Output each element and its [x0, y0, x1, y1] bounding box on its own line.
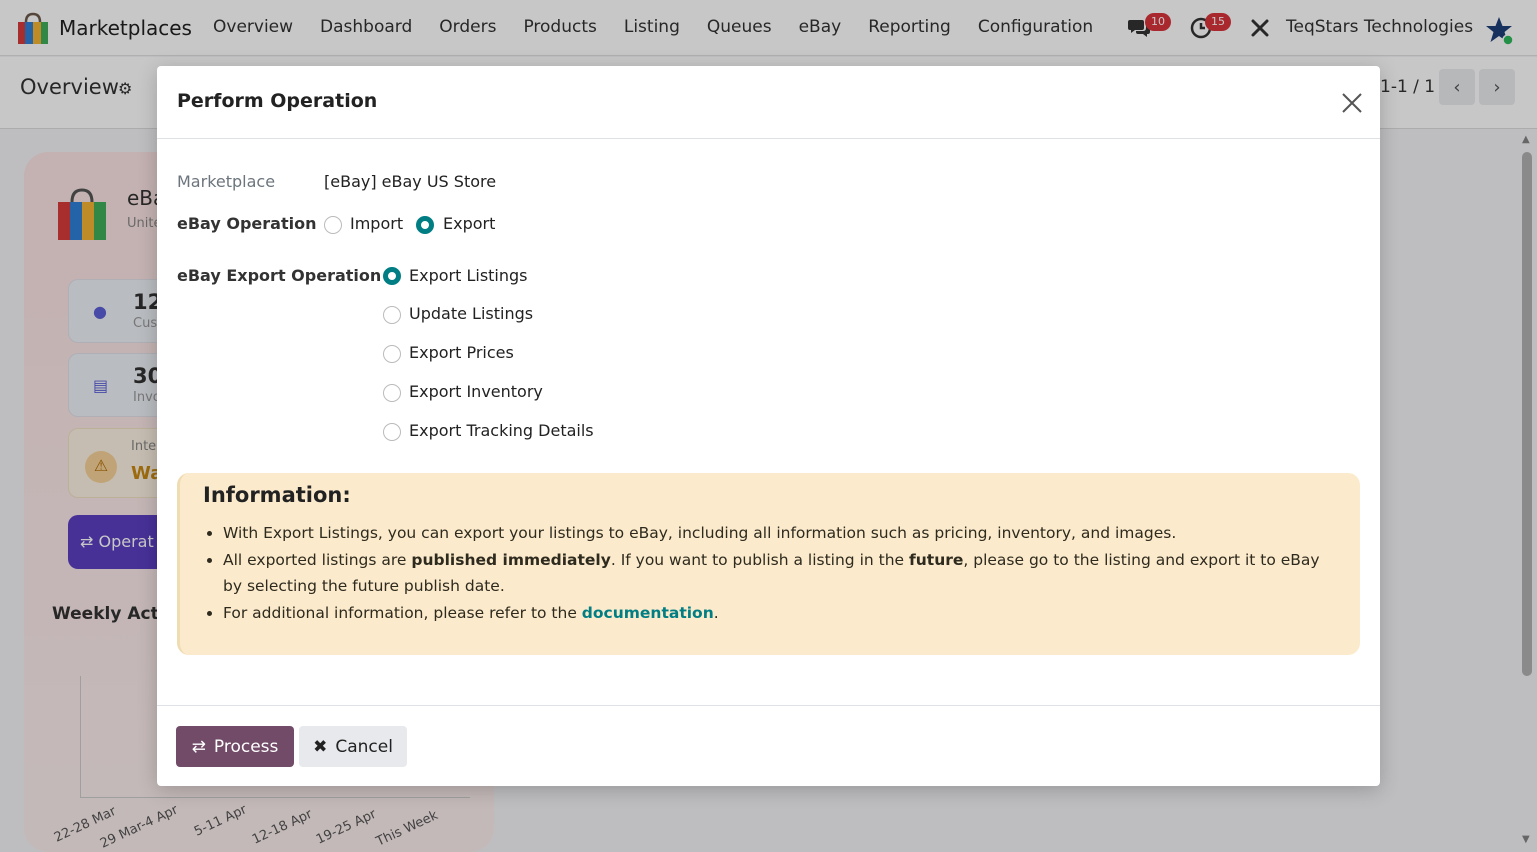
export-inventory-radio[interactable]: [383, 384, 401, 402]
dialog-title: Perform Operation: [177, 90, 378, 112]
cancel-button-label: Cancel: [335, 736, 393, 757]
info-item: With Export Listings, you can export you…: [223, 520, 1343, 547]
perform-operation-dialog: Perform Operation Marketplace [eBay] eBa…: [157, 66, 1380, 786]
cancel-button[interactable]: ✖ Cancel: [299, 726, 407, 767]
information-panel: Information: With Export Listings, you c…: [177, 473, 1360, 655]
export-inventory-label[interactable]: Export Inventory: [409, 382, 543, 401]
marketplace-label: Marketplace: [177, 172, 276, 191]
dialog-header: Perform Operation: [157, 66, 1380, 139]
export-tracking-details-radio[interactable]: [383, 423, 401, 441]
export-prices-label[interactable]: Export Prices: [409, 343, 514, 362]
ebay-operation-label: eBay Operation: [177, 214, 317, 233]
ebay-export-operation-label: eBay Export Operation: [177, 266, 382, 285]
export-tracking-details-label[interactable]: Export Tracking Details: [409, 421, 594, 440]
process-button-label: Process: [213, 736, 279, 757]
close-icon[interactable]: [1337, 88, 1367, 118]
dialog-footer: ⇄ Process ✖ Cancel: [157, 705, 1380, 786]
exchange-icon: ⇄: [191, 736, 206, 757]
scrollbar-thumb[interactable]: [1522, 152, 1532, 676]
info-item-text: . If you want to publish a listing in th…: [610, 550, 909, 569]
info-item: All exported listings are published imme…: [223, 547, 1343, 600]
process-button[interactable]: ⇄ Process: [176, 726, 294, 767]
info-item-text: With Export Listings, you can export you…: [223, 524, 1177, 542]
export-radio[interactable]: [416, 216, 434, 234]
future-text: future: [909, 550, 964, 569]
scroll-down-icon[interactable]: ▼: [1522, 834, 1530, 845]
import-radio-label[interactable]: Import: [350, 214, 403, 233]
import-radio[interactable]: [324, 216, 342, 234]
info-item-text: .: [713, 603, 719, 622]
export-listings-radio[interactable]: [383, 267, 401, 285]
info-item-text: For additional information, please refer…: [223, 603, 582, 622]
information-title: Information:: [203, 483, 351, 507]
page-scrollbar[interactable]: ▲ ▼: [1518, 130, 1537, 852]
published-immediately-text: published immediately: [411, 550, 611, 569]
update-listings-label[interactable]: Update Listings: [409, 304, 533, 323]
cancel-x-icon: ✖: [313, 736, 328, 757]
export-listings-label[interactable]: Export Listings: [409, 266, 528, 285]
marketplace-value: [eBay] eBay US Store: [324, 172, 497, 191]
scroll-up-icon[interactable]: ▲: [1522, 134, 1530, 145]
info-item-text: All exported listings are: [223, 550, 412, 569]
info-item: For additional information, please refer…: [223, 600, 1343, 627]
information-list: With Export Listings, you can export you…: [223, 520, 1343, 626]
update-listings-radio[interactable]: [383, 306, 401, 324]
export-radio-label[interactable]: Export: [443, 214, 495, 233]
export-prices-radio[interactable]: [383, 345, 401, 363]
documentation-link[interactable]: documentation: [582, 604, 714, 622]
